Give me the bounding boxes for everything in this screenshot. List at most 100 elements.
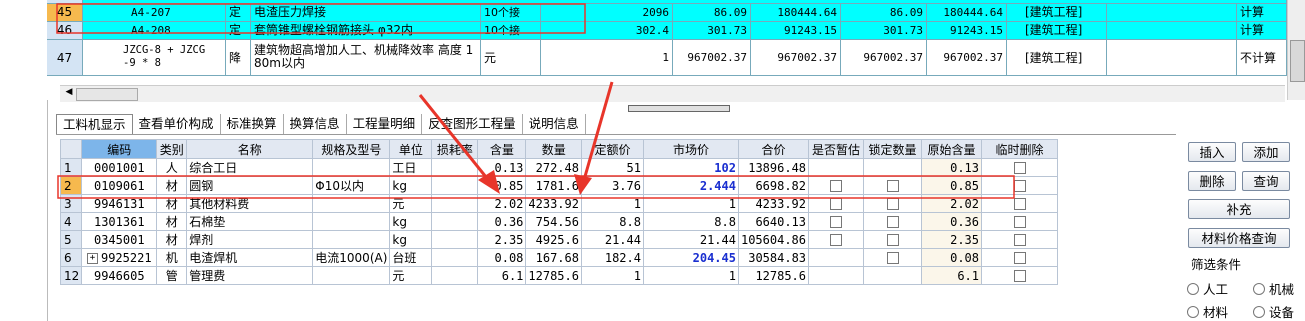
temp-delete-checkbox[interactable] [1013, 270, 1026, 282]
material-qty[interactable]: 4925.6 [525, 230, 582, 249]
material-qty[interactable]: 1781.6 [525, 176, 582, 195]
is-estimate-checkbox[interactable] [830, 234, 843, 246]
material-code[interactable]: 9946131 [81, 194, 158, 213]
top-grid-horizontal-scrollbar[interactable]: ◀ [60, 85, 1285, 102]
material-unit[interactable]: 台班 [389, 248, 433, 267]
expand-plus-icon[interactable]: + [86, 252, 98, 264]
temp-delete-checkbox[interactable] [1013, 216, 1026, 228]
filter-radio-labor[interactable]: 人工 [1187, 279, 1228, 298]
filter-radio-equipment[interactable]: 设备 [1253, 302, 1294, 321]
query-button[interactable]: 查询 [1242, 171, 1290, 191]
material-name[interactable]: 管理费 [186, 266, 314, 285]
material-type[interactable]: 管 [156, 266, 188, 285]
is-estimate-checkbox[interactable] [830, 180, 843, 192]
material-content[interactable]: 0.08 [477, 248, 527, 267]
material-code[interactable]: 0001001 [81, 158, 158, 177]
material-market-price[interactable]: 2.444 [642, 176, 739, 195]
table-row[interactable]: 2 0109061 材 圆钢 Φ10以内 kg 0.85 1781.6 3.76… [59, 176, 1059, 195]
col-header-temp-delete[interactable]: 临时删除 [981, 139, 1059, 159]
scroll-left-icon[interactable]: ◀ [62, 87, 76, 100]
material-content[interactable]: 0.85 [477, 176, 527, 195]
table-row[interactable]: 12 9946605 管 管理费 元 6.1 12785.6 1 1 12785… [59, 266, 1059, 285]
col-header-unit[interactable]: 单位 [389, 139, 433, 159]
col-header-name[interactable]: 名称 [186, 139, 314, 159]
material-quota-price[interactable]: 51 [580, 158, 644, 177]
material-loss[interactable] [431, 248, 479, 267]
material-name[interactable]: 圆钢 [186, 176, 314, 195]
tab-resource-display[interactable]: 工料机显示 [56, 114, 133, 134]
material-quota-price[interactable]: 8.8 [580, 212, 644, 231]
top-grid-row[interactable]: 46 A4-208 定 套筒锥型螺栓钢筋接头 φ32内 10个接 302.4 3… [47, 22, 1287, 40]
lock-qty-checkbox[interactable] [886, 234, 899, 246]
col-header-market-price[interactable]: 市场价 [642, 139, 739, 159]
material-market-price[interactable]: 8.8 [642, 212, 739, 231]
material-content[interactable]: 2.35 [477, 230, 527, 249]
col-header-loss-rate[interactable]: 损耗率 [431, 139, 479, 159]
material-content[interactable]: 6.1 [477, 266, 527, 285]
material-type[interactable]: 人 [156, 158, 188, 177]
insert-button[interactable]: 插入 [1188, 142, 1236, 162]
material-spec[interactable]: Φ10以内 [312, 176, 391, 195]
material-content[interactable]: 0.13 [477, 158, 527, 177]
material-quota-price[interactable]: 182.4 [580, 248, 644, 267]
material-unit[interactable]: 元 [389, 266, 433, 285]
temp-delete-checkbox[interactable] [1013, 162, 1026, 174]
table-row[interactable]: 4 1301361 材 石棉垫 kg 0.36 754.56 8.8 8.8 6… [59, 212, 1059, 231]
lock-qty-checkbox[interactable] [886, 180, 899, 192]
col-header-is-estimate[interactable]: 是否暂估 [808, 139, 865, 159]
top-grid-row[interactable]: 47 JZCG-8 + JZCG -9 * 8 降 建筑物超高增加人工、机械降效… [47, 40, 1287, 76]
filter-radio-material[interactable]: 材料 [1187, 302, 1228, 321]
material-market-price[interactable]: 102 [642, 158, 739, 177]
material-name[interactable]: 其他材料费 [186, 194, 314, 213]
material-qty[interactable]: 167.68 [525, 248, 582, 267]
col-header-quota-price[interactable]: 定额价 [580, 139, 644, 159]
material-spec[interactable] [312, 158, 391, 177]
material-quota-price[interactable]: 3.76 [580, 176, 644, 195]
filter-radio-machine[interactable]: 机械 [1253, 279, 1294, 298]
material-spec[interactable] [312, 212, 391, 231]
material-unit[interactable]: kg [389, 176, 433, 195]
material-quota-price[interactable]: 1 [580, 194, 644, 213]
material-name[interactable]: 综合工日 [186, 158, 314, 177]
material-loss[interactable] [431, 266, 479, 285]
material-name[interactable]: 电渣焊机 [186, 248, 314, 267]
material-code[interactable]: 9946605 [81, 266, 158, 285]
material-type[interactable]: 机 [156, 248, 188, 267]
material-type[interactable]: 材 [156, 230, 188, 249]
table-row[interactable]: 6 +9925221 机 电渣焊机 电流1000(A) 台班 0.08 167.… [59, 248, 1059, 267]
material-qty[interactable]: 272.48 [525, 158, 582, 177]
is-estimate-checkbox[interactable] [830, 198, 843, 210]
tab-quantity-detail[interactable]: 工程量明细 [347, 114, 423, 134]
material-type[interactable]: 材 [156, 194, 188, 213]
col-header-content[interactable]: 含量 [477, 139, 527, 159]
is-estimate-checkbox[interactable] [830, 216, 843, 228]
material-quota-price[interactable]: 1 [580, 266, 644, 285]
top-grid-vertical-scrollbar[interactable] [1287, 0, 1305, 100]
material-type[interactable]: 材 [156, 176, 188, 195]
table-row[interactable]: 5 0345001 材 焊剂 kg 2.35 4925.6 21.44 21.4… [59, 230, 1059, 249]
material-unit[interactable]: kg [389, 212, 433, 231]
material-market-price[interactable]: 1 [642, 266, 739, 285]
material-market-price[interactable]: 21.44 [642, 230, 739, 249]
col-header-original-content[interactable]: 原始含量 [921, 139, 983, 159]
material-content[interactable]: 2.02 [477, 194, 527, 213]
tab-unit-price-breakdown[interactable]: 查看单价构成 [133, 114, 221, 134]
material-content[interactable]: 0.36 [477, 212, 527, 231]
material-price-query-button[interactable]: 材料价格查询 [1188, 228, 1290, 248]
material-loss[interactable] [431, 176, 479, 195]
scroll-thumb[interactable] [76, 88, 138, 101]
material-market-price[interactable]: 1 [642, 194, 739, 213]
tab-graphic-quantity[interactable]: 反查图形工程量 [422, 114, 523, 134]
material-spec[interactable] [312, 230, 391, 249]
lock-qty-checkbox[interactable] [886, 198, 899, 210]
material-spec[interactable] [312, 194, 391, 213]
col-header-code[interactable]: 编码 [81, 139, 158, 159]
material-qty[interactable]: 754.56 [525, 212, 582, 231]
material-unit[interactable]: 元 [389, 194, 433, 213]
temp-delete-checkbox[interactable] [1013, 252, 1026, 264]
col-header-spec[interactable]: 规格及型号 [312, 139, 391, 159]
tab-conversion-info[interactable]: 换算信息 [284, 114, 347, 134]
material-market-price[interactable]: 204.45 [642, 248, 739, 267]
temp-delete-checkbox[interactable] [1013, 234, 1026, 246]
col-header-quantity[interactable]: 数量 [525, 139, 582, 159]
